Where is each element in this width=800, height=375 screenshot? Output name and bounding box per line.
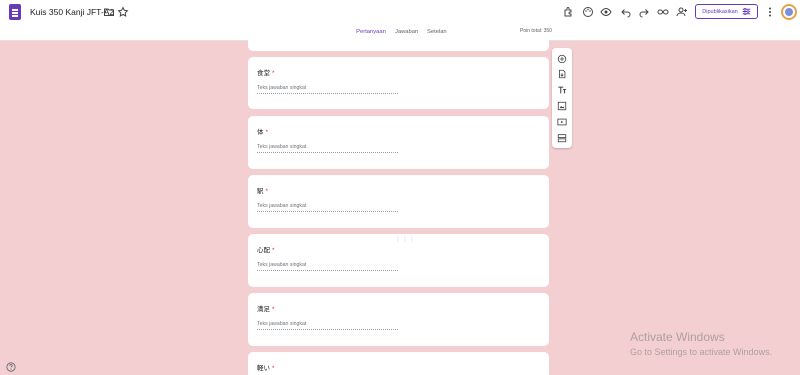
help-icon[interactable] [6,359,16,372]
points-total: Poin total: 350 [520,28,552,34]
watermark-line2: Go to Settings to activate Windows. [630,347,773,357]
folder-icon[interactable] [102,5,116,19]
addons-icon[interactable] [562,5,576,19]
app-header: Kuis 350 Kanji JFT-A2 Dipublikasikan Per… [0,0,800,41]
add-title-icon[interactable] [556,84,568,96]
add-collaborator-icon[interactable] [675,5,689,19]
question-title: 満足 * [257,306,275,313]
published-label: Dipublikasikan [702,8,738,15]
drag-handle-icon[interactable]: ⋮⋮⋮ [395,236,416,243]
more-options-icon[interactable] [763,5,777,19]
question-title: 体 * [257,129,269,136]
question-card[interactable]: 軽い * [248,352,549,375]
question-card-partial[interactable] [248,36,549,51]
add-section-icon[interactable] [556,132,568,144]
preview-eye-icon[interactable] [599,5,613,19]
google-forms-logo-icon[interactable] [9,4,21,20]
watermark-line1: Activate Windows [630,330,725,344]
palette-icon[interactable] [581,5,595,19]
question-title: 軽い * [257,365,275,372]
short-answer-field: Teks jawaban singkat [257,262,398,271]
publish-settings-icon [742,8,750,15]
account-avatar[interactable] [781,4,797,20]
published-button[interactable]: Dipublikasikan [695,4,758,19]
floating-toolbar [552,48,572,148]
question-card[interactable]: 体 * Teks jawaban singkat [248,116,549,169]
star-icon[interactable] [116,5,130,19]
redo-icon[interactable] [637,5,651,19]
add-image-icon[interactable] [556,100,568,112]
question-title: 駅 * [257,188,269,195]
add-question-icon[interactable] [556,53,568,65]
short-answer-field: Teks jawaban singkat [257,203,398,212]
add-video-icon[interactable] [556,116,568,128]
question-card[interactable]: 駅 * Teks jawaban singkat [248,175,549,228]
question-card[interactable]: 食堂 * Teks jawaban singkat [248,57,549,109]
question-title: 心配 * [257,247,275,254]
short-answer-field: Teks jawaban singkat [257,144,398,153]
short-answer-field: Teks jawaban singkat [257,85,398,94]
question-card[interactable]: 満足 * Teks jawaban singkat [248,293,549,346]
windows-activation-watermark: Activate Windows Go to Settings to activ… [630,330,772,357]
link-icon[interactable] [656,5,670,19]
short-answer-field: Teks jawaban singkat [257,321,398,330]
question-title: 食堂 * [257,70,275,77]
import-questions-icon[interactable] [556,68,568,80]
undo-icon[interactable] [619,5,633,19]
